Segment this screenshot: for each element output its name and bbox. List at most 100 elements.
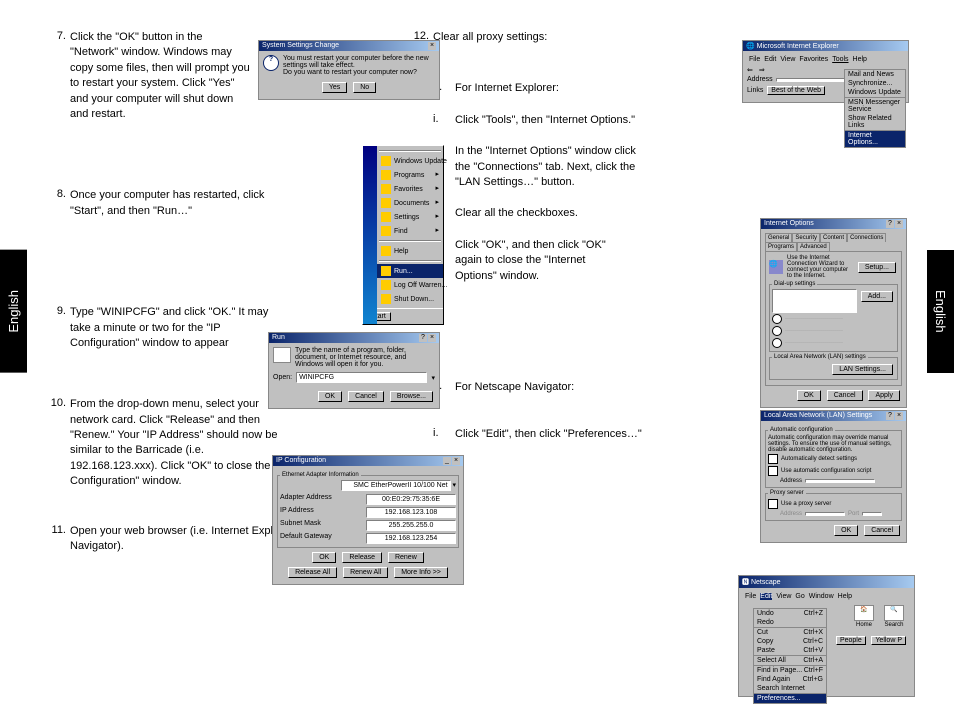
forward-icon[interactable]: ⇒ [759, 66, 765, 74]
ok-button[interactable]: OK [318, 391, 342, 402]
edit-menu-item[interactable]: Find in Page...Ctrl+F [754, 666, 826, 675]
add-button[interactable]: Add... [861, 291, 893, 302]
renew-button[interactable]: Renew [388, 552, 424, 563]
start-menu-item[interactable]: Help [377, 244, 443, 258]
checkbox-label: Automatically detect settings [781, 456, 857, 462]
lan-settings-button[interactable]: LAN Settings... [832, 364, 893, 375]
browse-button[interactable]: Browse... [390, 391, 433, 402]
help-icon[interactable]: ? [886, 412, 894, 420]
release-button[interactable]: Release [342, 552, 382, 563]
tab[interactable]: Programs [765, 242, 797, 251]
edit-menu-item[interactable]: CopyCtrl+C [754, 637, 826, 646]
edit-menu-item[interactable]: Select AllCtrl+A [754, 656, 826, 665]
dropdown-icon[interactable]: ▾ [452, 482, 456, 489]
minimize-icon[interactable]: _ [443, 457, 451, 465]
start-menu-item[interactable]: Find [377, 224, 443, 238]
close-icon[interactable]: × [428, 334, 436, 342]
tab[interactable]: General [765, 233, 792, 242]
more-info-button[interactable]: More Info >> [394, 567, 448, 578]
checkbox[interactable] [768, 499, 778, 509]
setup-button[interactable]: Setup... [858, 262, 896, 273]
start-menu-item[interactable]: Documents [377, 196, 443, 210]
start-menu-item[interactable]: Run... [377, 264, 443, 278]
search-button[interactable]: 🔍Search [884, 605, 904, 628]
close-icon[interactable]: × [428, 42, 436, 50]
link-button[interactable]: Yellow P [871, 636, 906, 645]
close-icon[interactable]: × [452, 457, 460, 465]
checkbox[interactable] [768, 454, 778, 464]
menu-item[interactable]: File [749, 56, 760, 63]
renew-all-button[interactable]: Renew All [343, 567, 388, 578]
step-number: 10. [48, 397, 70, 409]
ok-button[interactable]: OK [797, 390, 821, 401]
start-menu-item[interactable]: Settings [377, 210, 443, 224]
link-button[interactable]: People [836, 636, 866, 645]
cancel-button[interactable]: Cancel [348, 391, 384, 402]
close-icon[interactable]: × [895, 220, 903, 228]
step-text: Clear all proxy settings: [433, 30, 754, 45]
start-menu-item[interactable]: Shut Down... [377, 292, 443, 306]
home-button[interactable]: 🏠Home [854, 605, 874, 628]
edit-menu-item[interactable]: Preferences... [754, 694, 826, 703]
start-menu-item[interactable]: Log Off Warren... [377, 278, 443, 292]
radio-icon[interactable] [772, 338, 782, 348]
menu-item[interactable]: Edit [760, 593, 772, 600]
radio-icon[interactable] [772, 314, 782, 324]
tools-menu-item[interactable]: Internet Options... [845, 131, 905, 147]
no-button[interactable]: No [353, 82, 376, 93]
menu-item[interactable]: View [776, 593, 791, 600]
menu-item[interactable]: Help [853, 56, 867, 63]
dialog-title: Local Area Network (LAN) Settings [764, 412, 872, 420]
menu-item[interactable]: Help [838, 593, 852, 600]
close-icon[interactable]: × [895, 412, 903, 420]
ok-button[interactable]: OK [834, 525, 858, 536]
menu-item[interactable]: Go [795, 593, 804, 600]
dropdown-icon[interactable]: ▾ [431, 374, 435, 382]
sub-iii: iii. Clear all the checkboxes. [433, 206, 754, 221]
radio-icon[interactable] [772, 326, 782, 336]
adapter-select[interactable]: SMC EtherPowerII 10/100 Net [341, 480, 451, 491]
menu-item[interactable]: Edit [764, 56, 776, 63]
edit-menu-item[interactable]: Search Internet [754, 684, 826, 693]
edit-menu-item[interactable]: PasteCtrl+V [754, 646, 826, 655]
apply-button[interactable]: Apply [868, 390, 900, 401]
release-all-button[interactable]: Release All [288, 567, 337, 578]
cancel-button[interactable]: Cancel [864, 525, 900, 536]
start-menu-item[interactable]: Windows Update [377, 154, 443, 168]
start-menu-item[interactable]: Programs [377, 168, 443, 182]
link-button[interactable]: Best of the Web [767, 86, 825, 95]
edit-menu-item[interactable]: CutCtrl+X [754, 628, 826, 637]
start-menu-item[interactable]: Favorites [377, 182, 443, 196]
cancel-button[interactable]: Cancel [827, 390, 863, 401]
tools-menu-item[interactable]: Synchronize... [845, 79, 905, 88]
tools-menu-item[interactable]: Mail and News [845, 70, 905, 79]
open-input[interactable]: WINIPCFG [296, 372, 427, 383]
tools-menu-item[interactable]: Show Related Links [845, 114, 905, 130]
subnet-mask-label: Subnet Mask [280, 520, 321, 531]
menu-item[interactable]: View [780, 56, 795, 63]
back-icon[interactable]: ⇐ [747, 66, 753, 74]
tab[interactable]: Advanced [797, 242, 830, 251]
tab[interactable]: Security [792, 233, 820, 242]
tools-menu-item[interactable]: MSN Messenger Service [845, 98, 905, 114]
checkbox[interactable] [768, 466, 778, 476]
yes-button[interactable]: Yes [322, 82, 347, 93]
menu-item[interactable]: File [745, 593, 756, 600]
sub-a: a. For Internet Explorer: [433, 81, 754, 96]
menu-item[interactable]: Tools [832, 56, 848, 63]
tab[interactable]: Connections [847, 233, 886, 242]
menu-item[interactable]: Favorites [799, 56, 828, 63]
edit-menu-item[interactable]: Redo [754, 618, 826, 627]
menu-item[interactable]: Window [809, 593, 834, 600]
tab[interactable]: Content [820, 233, 847, 242]
help-icon[interactable]: ? [419, 334, 427, 342]
edit-menu-item[interactable]: UndoCtrl+Z [754, 609, 826, 618]
dialup-list[interactable] [772, 289, 857, 313]
help-icon[interactable]: ? [886, 220, 894, 228]
edit-dropdown: UndoCtrl+ZRedoCutCtrl+XCopyCtrl+CPasteCt… [753, 608, 827, 704]
edit-menu-item[interactable]: Find AgainCtrl+G [754, 675, 826, 684]
address-input[interactable] [805, 479, 875, 483]
ok-button[interactable]: OK [312, 552, 336, 563]
tools-menu-item[interactable]: Windows Update [845, 88, 905, 97]
tab-bar: GeneralSecurityContentConnections Program… [765, 233, 902, 251]
